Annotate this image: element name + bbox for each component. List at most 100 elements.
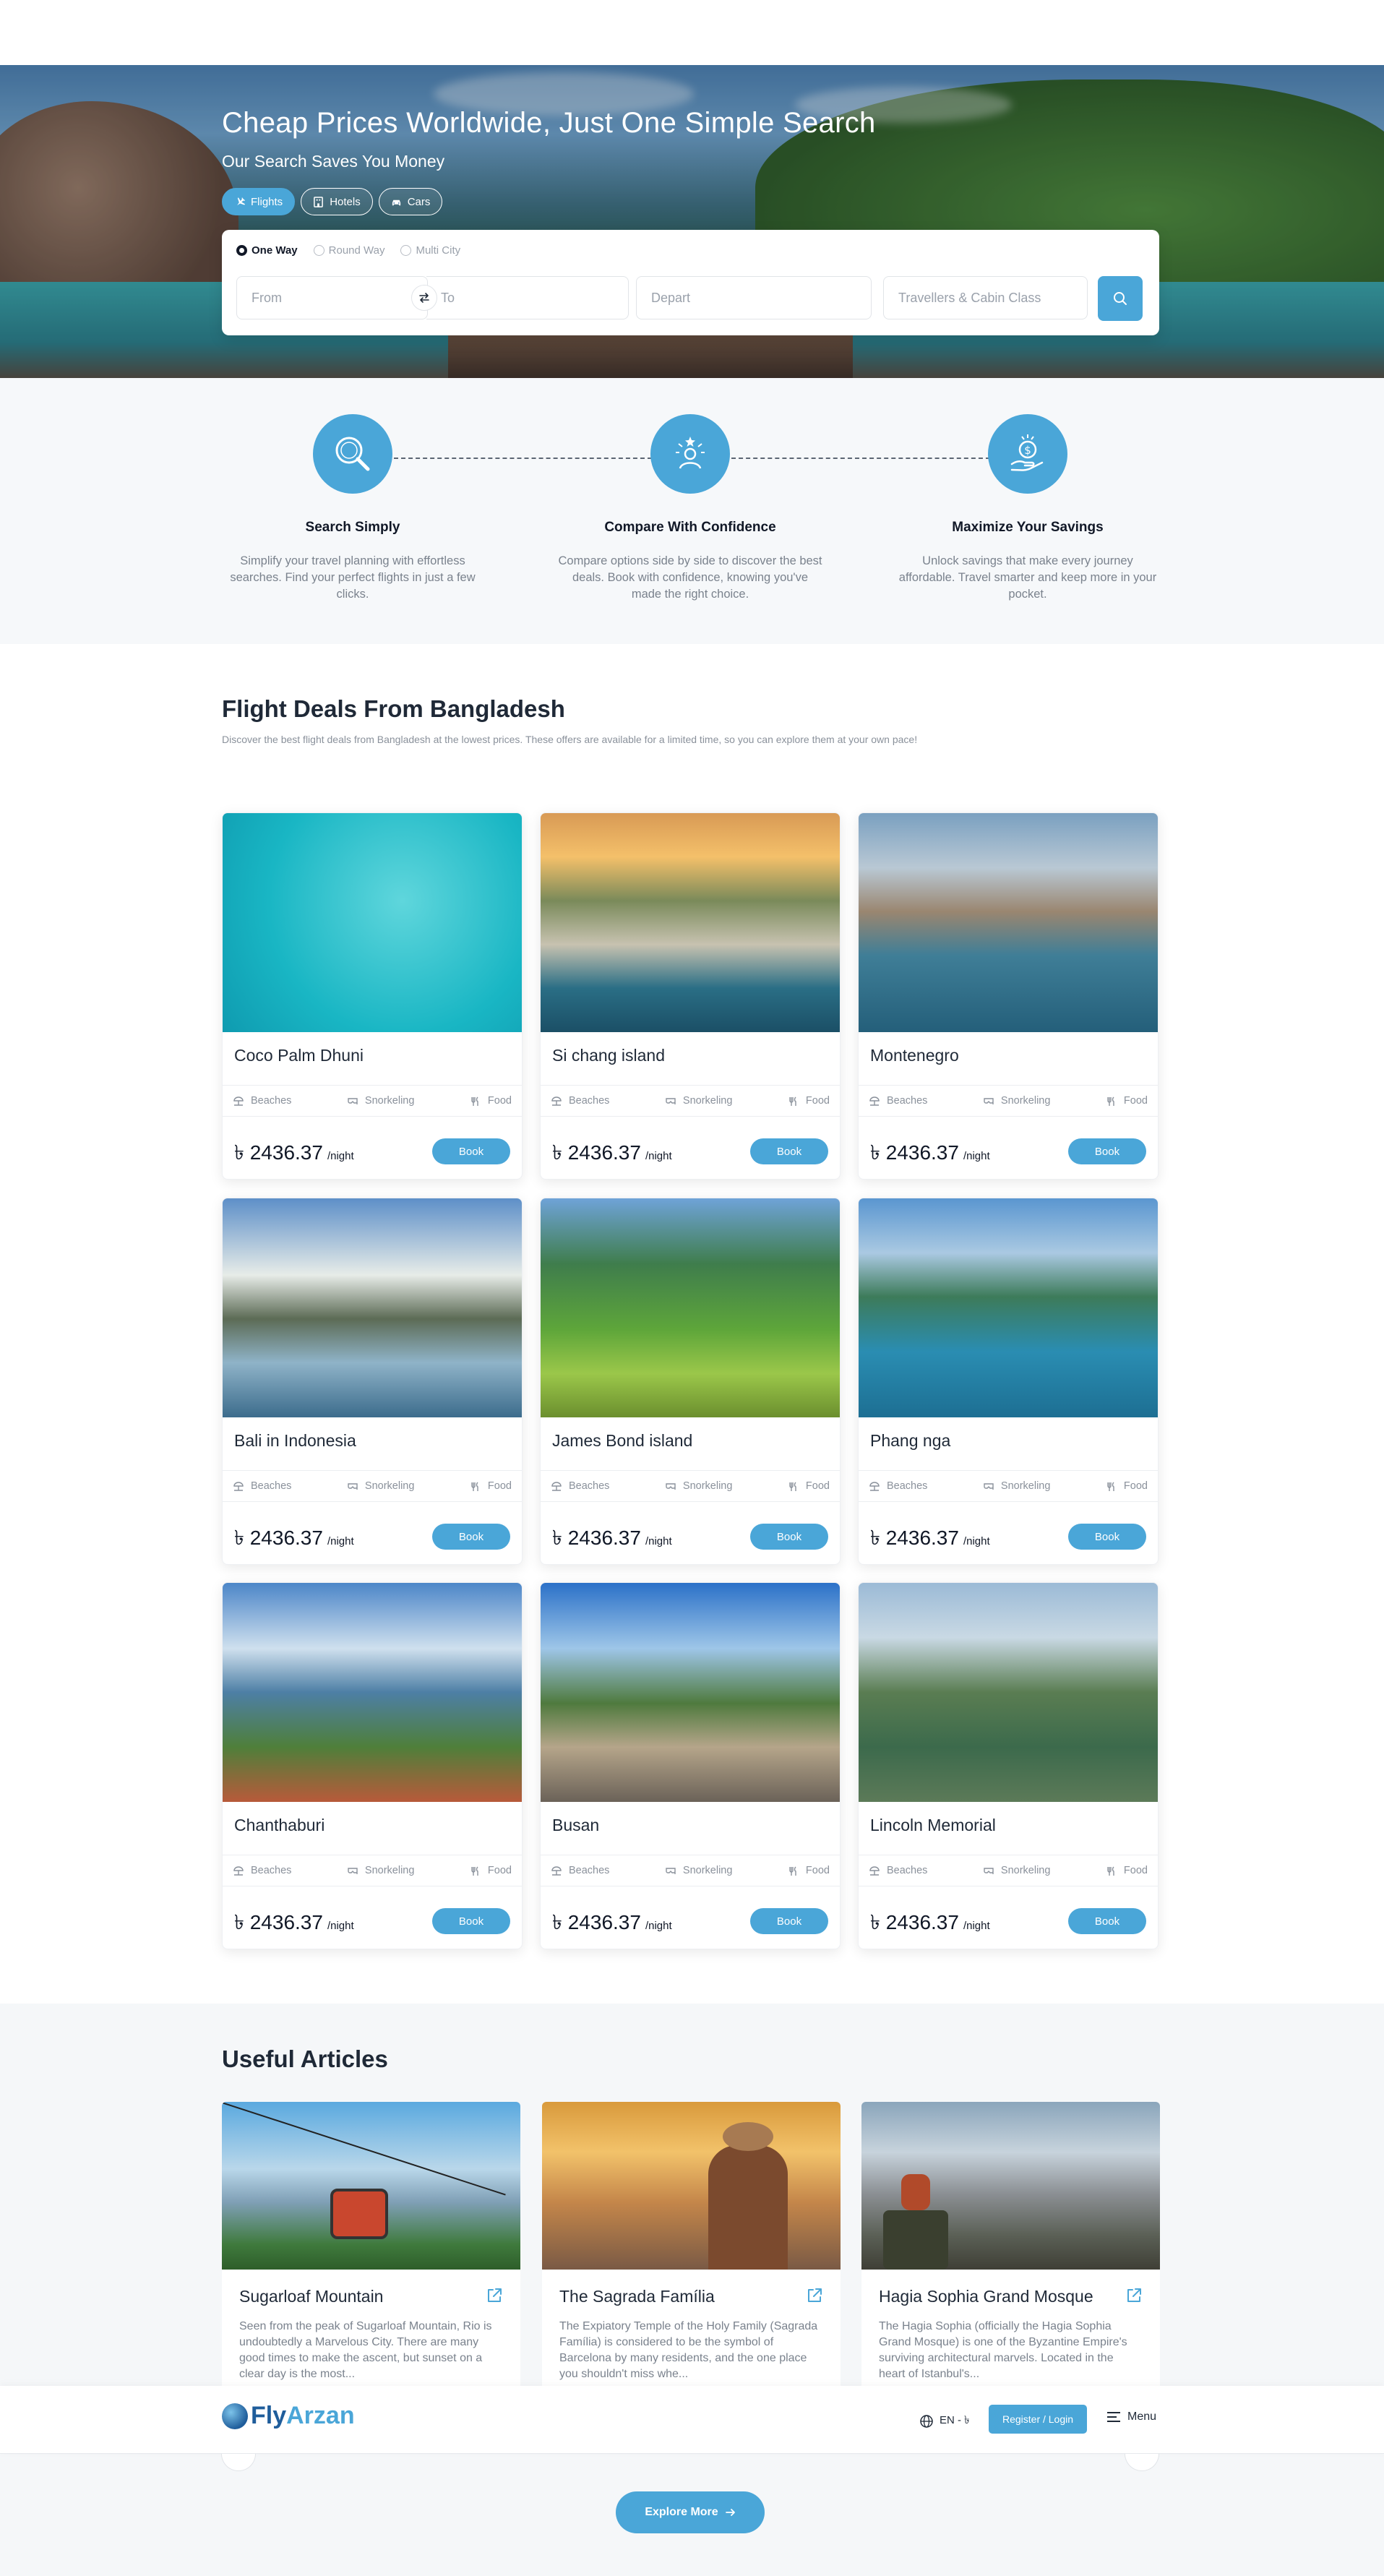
external-link-icon[interactable]	[1125, 2287, 1143, 2304]
feature-item: Beaches	[551, 1865, 609, 1876]
snorkel-mask-icon	[984, 1483, 994, 1490]
deal-card[interactable]: James Bond island Beaches Snorkeling Food ৳ …	[540, 1198, 841, 1565]
site-logo[interactable]: Fly Arzan	[222, 2402, 355, 2430]
price-unit: /night	[963, 1535, 990, 1547]
deal-card[interactable]: Phang nga Beaches Snorkeling Food ৳ 2436.37/…	[858, 1198, 1159, 1565]
depart-placeholder: Depart	[651, 290, 691, 305]
external-link-icon[interactable]	[806, 2287, 823, 2304]
feature-item: Beaches	[551, 1095, 609, 1107]
globe-icon	[920, 2414, 933, 2428]
snorkel-mask-icon	[666, 1098, 676, 1104]
arrow-right-icon	[725, 2509, 735, 2516]
snorkel-mask-icon	[984, 1098, 994, 1104]
search-button[interactable]	[1098, 276, 1143, 321]
book-button[interactable]: Book	[1068, 1908, 1146, 1934]
external-link-icon[interactable]	[486, 2287, 503, 2304]
book-button[interactable]: Book	[1068, 1524, 1146, 1550]
travellers-field[interactable]: Travellers & Cabin Class	[883, 276, 1088, 319]
beach-umbrella-icon	[551, 1096, 562, 1106]
to-field[interactable]: To	[426, 276, 629, 319]
book-button[interactable]: Book	[750, 1138, 828, 1164]
deal-card[interactable]: Chanthaburi Beaches Snorkeling Food ৳ 2436.3…	[222, 1582, 523, 1949]
feature-item: Food	[788, 1865, 830, 1876]
feature-label: Food	[805, 1865, 830, 1876]
feature-label: Snorkeling	[1000, 1865, 1051, 1876]
book-button[interactable]: Book	[750, 1524, 828, 1550]
deal-features: Beaches Snorkeling Food	[223, 1470, 522, 1502]
radio-round-way[interactable]: Round Way	[313, 244, 384, 257]
book-button[interactable]: Book	[750, 1908, 828, 1934]
deal-features: Beaches Snorkeling Food	[541, 1855, 840, 1886]
radio-multi-city[interactable]: Multi City	[400, 244, 460, 257]
deal-name: Coco Palm Dhuni	[234, 1046, 364, 1065]
language-currency-selector[interactable]: EN - ৳	[919, 2412, 970, 2430]
utensils-icon	[1107, 1866, 1114, 1876]
price-amount: ৳ 2436.37	[552, 1141, 641, 1164]
search-icon	[1114, 292, 1127, 305]
article-image-traveler	[542, 2102, 841, 2270]
feature-item: Beaches	[869, 1865, 927, 1876]
book-button[interactable]: Book	[432, 1524, 510, 1550]
deal-image	[223, 1198, 522, 1417]
article-excerpt: Seen from the peak of Sugarloaf Mountain…	[239, 2320, 492, 2380]
swap-icon	[419, 293, 429, 303]
snorkel-mask-icon	[666, 1868, 676, 1874]
feature-item: Food	[470, 1480, 512, 1492]
feature-item: Snorkeling	[665, 1865, 732, 1876]
tab-flights[interactable]: Flights	[222, 188, 296, 215]
tab-cars[interactable]: Cars	[378, 188, 443, 215]
deal-name: Montenegro	[870, 1046, 959, 1065]
swap-button[interactable]	[411, 285, 437, 311]
coin-hand-icon: $	[1010, 434, 1044, 471]
deal-card[interactable]: Coco Palm Dhuni Beaches Snorkeling Food ৳ 24…	[222, 812, 523, 1180]
deal-features: Beaches Snorkeling Food	[223, 1855, 522, 1886]
depart-field[interactable]: Depart	[636, 276, 872, 319]
from-field[interactable]: From	[236, 276, 428, 319]
feature-item: Beaches	[869, 1480, 927, 1492]
how-it-works: Search Simply Simplify your travel plann…	[0, 378, 1384, 644]
traveler-shape	[708, 2145, 788, 2270]
step-search-simply: Search Simply Simplify your travel plann…	[215, 414, 490, 603]
deal-card[interactable]: Busan Beaches Snorkeling Food ৳ 2436.37/nigh…	[540, 1582, 841, 1949]
explore-more-button[interactable]: Explore More	[616, 2491, 765, 2533]
radio-one-way[interactable]: One Way	[236, 244, 298, 257]
book-button[interactable]: Book	[432, 1138, 510, 1164]
menu-button[interactable]: Menu	[1107, 2410, 1156, 2423]
deal-price: ৳ 2436.37/night	[552, 1907, 672, 1941]
articles-section: Useful Articles Sugarloaf Mountain Seen …	[0, 2004, 1384, 2576]
article-card[interactable]: Hagia Sophia Grand Mosque The Hagia Soph…	[861, 2102, 1160, 2405]
explore-more-label: Explore More	[645, 2506, 718, 2518]
beach-umbrella-icon	[551, 1866, 562, 1876]
person-star-icon	[676, 437, 705, 469]
utensils-icon	[471, 1096, 478, 1106]
magnifier-icon	[335, 437, 370, 471]
deal-name: Chanthaburi	[234, 1816, 325, 1834]
deal-image	[223, 1583, 522, 1802]
hero-subtitle: Our Search Saves You Money	[222, 152, 445, 171]
price-amount: ৳ 2436.37	[234, 1527, 323, 1549]
feature-item: Snorkeling	[347, 1865, 414, 1876]
deal-image	[541, 1583, 840, 1802]
article-title: The Sagrada Família	[559, 2287, 715, 2306]
price-amount: ৳ 2436.37	[552, 1911, 641, 1933]
from-placeholder: From	[252, 290, 282, 305]
deal-card[interactable]: Bali in Indonesia Beaches Snorkeling Food ৳ …	[222, 1198, 523, 1565]
deal-card[interactable]: Lincoln Memorial Beaches Snorkeling Food ৳ 2…	[858, 1582, 1159, 1949]
article-card[interactable]: The Sagrada Família The Expiatory Temple…	[542, 2102, 841, 2405]
article-card[interactable]: Sugarloaf Mountain Seen from the peak of…	[222, 2102, 520, 2405]
deal-image	[859, 1198, 1158, 1417]
feature-label: Beaches	[251, 1480, 292, 1492]
beach-umbrella-icon	[869, 1096, 880, 1106]
step-text: Simplify your travel planning with effor…	[230, 554, 476, 601]
tab-hotels[interactable]: Hotels	[301, 188, 373, 215]
feature-item: Beaches	[233, 1095, 291, 1107]
deal-card[interactable]: Si chang island Beaches Snorkeling Food ৳ 24…	[540, 812, 841, 1180]
register-login-button[interactable]: Register / Login	[989, 2405, 1087, 2434]
feature-label: Snorkeling	[1000, 1095, 1051, 1107]
book-button[interactable]: Book	[1068, 1138, 1146, 1164]
utensils-icon	[789, 1096, 796, 1106]
feature-label: Food	[487, 1095, 512, 1107]
deal-card[interactable]: Montenegro Beaches Snorkeling Food ৳ 2436.37…	[858, 812, 1159, 1180]
book-button[interactable]: Book	[432, 1908, 510, 1934]
feature-label: Snorkeling	[682, 1480, 733, 1492]
